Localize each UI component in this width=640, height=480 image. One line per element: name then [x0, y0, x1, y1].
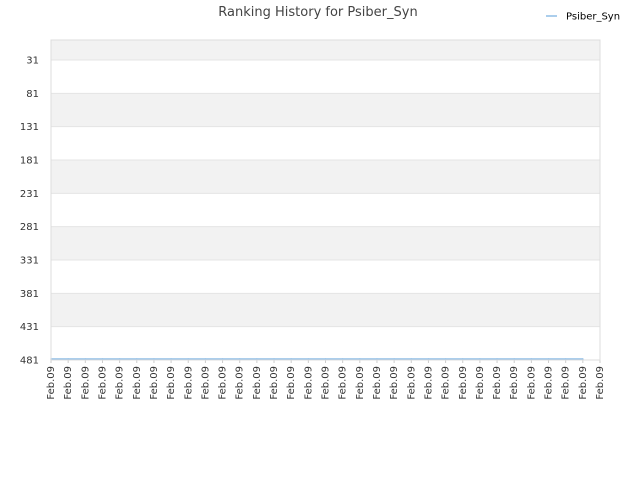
- y-tick-label: 281: [20, 222, 39, 233]
- y-tick-label: 431: [20, 322, 39, 333]
- x-tick-label: Feb.09: [183, 366, 194, 400]
- x-tick-label: Feb.09: [372, 366, 383, 400]
- x-tick-label: Feb.09: [441, 366, 452, 400]
- x-tick-label: Feb.09: [80, 366, 91, 400]
- ranking-chart: Ranking History for Psiber_Syn Psiber_Sy…: [20, 5, 620, 400]
- y-tick-label: 231: [20, 189, 39, 200]
- x-tick-label: Feb.09: [303, 366, 314, 400]
- x-tick-label: Feb.09: [526, 366, 537, 400]
- plot-band: [51, 293, 600, 327]
- x-tick-label: Feb.09: [389, 366, 400, 400]
- x-tick-label: Feb.09: [595, 366, 606, 400]
- plot-band: [51, 193, 600, 227]
- plot-band: [51, 326, 600, 360]
- x-tick-label: Feb.09: [252, 366, 263, 400]
- x-tick-label: Feb.09: [63, 366, 74, 400]
- x-tick-label: Feb.09: [132, 366, 143, 400]
- x-tick-label: Feb.09: [338, 366, 349, 400]
- y-axis-ticks: 31 81 131 181 231 281 331 381 431 481: [20, 56, 39, 367]
- plot-bands: [51, 40, 600, 360]
- y-tick-label: 131: [20, 122, 39, 133]
- x-tick-label: Feb.09: [509, 366, 520, 400]
- x-tick-label: Feb.09: [458, 366, 469, 400]
- x-tick-label: Feb.09: [218, 366, 229, 400]
- x-tick-label: Feb.09: [475, 366, 486, 400]
- chart-title: Ranking History for Psiber_Syn: [218, 5, 417, 20]
- plot-band: [51, 93, 600, 127]
- x-tick-label: Feb.09: [149, 366, 160, 400]
- legend-label: Psiber_Syn: [566, 12, 620, 23]
- x-tick-label: Feb.09: [269, 366, 280, 400]
- y-tick-label: 31: [26, 56, 39, 67]
- x-tick-label: Feb.09: [321, 366, 332, 400]
- plot-band: [51, 160, 600, 194]
- x-tick-label: Feb.09: [544, 366, 555, 400]
- x-tick-label: Feb.09: [406, 366, 417, 400]
- x-tick-label: Feb.09: [355, 366, 366, 400]
- x-axis-ticks: Feb.09 Feb.09 Feb.09 Feb.09 Feb.09 Feb.09 Feb.…: [46, 360, 606, 400]
- y-tick-label: 181: [20, 156, 39, 167]
- y-tick-label: 481: [20, 356, 39, 367]
- x-tick-label: Feb.09: [200, 366, 211, 400]
- x-tick-label: Feb.09: [286, 366, 297, 400]
- plot-band: [51, 226, 600, 260]
- x-tick-label: Feb.09: [492, 366, 503, 400]
- plot-band: [51, 126, 600, 160]
- y-tick-label: 331: [20, 256, 39, 267]
- x-tick-label: Feb.09: [97, 366, 108, 400]
- legend: Psiber_Syn: [546, 12, 620, 23]
- x-tick-label: Feb.09: [235, 366, 246, 400]
- plot-band: [51, 40, 600, 60]
- y-tick-label: 81: [26, 89, 39, 100]
- x-tick-label: Feb.09: [561, 366, 572, 400]
- x-tick-label: Feb.09: [578, 366, 589, 400]
- x-tick-label: Feb.09: [115, 366, 126, 400]
- plot-band: [51, 260, 600, 294]
- plot-band: [51, 60, 600, 94]
- x-tick-label: Feb.09: [166, 366, 177, 400]
- y-tick-label: 381: [20, 289, 39, 300]
- x-tick-label: Feb.09: [423, 366, 434, 400]
- x-tick-label: Feb.09: [46, 366, 57, 400]
